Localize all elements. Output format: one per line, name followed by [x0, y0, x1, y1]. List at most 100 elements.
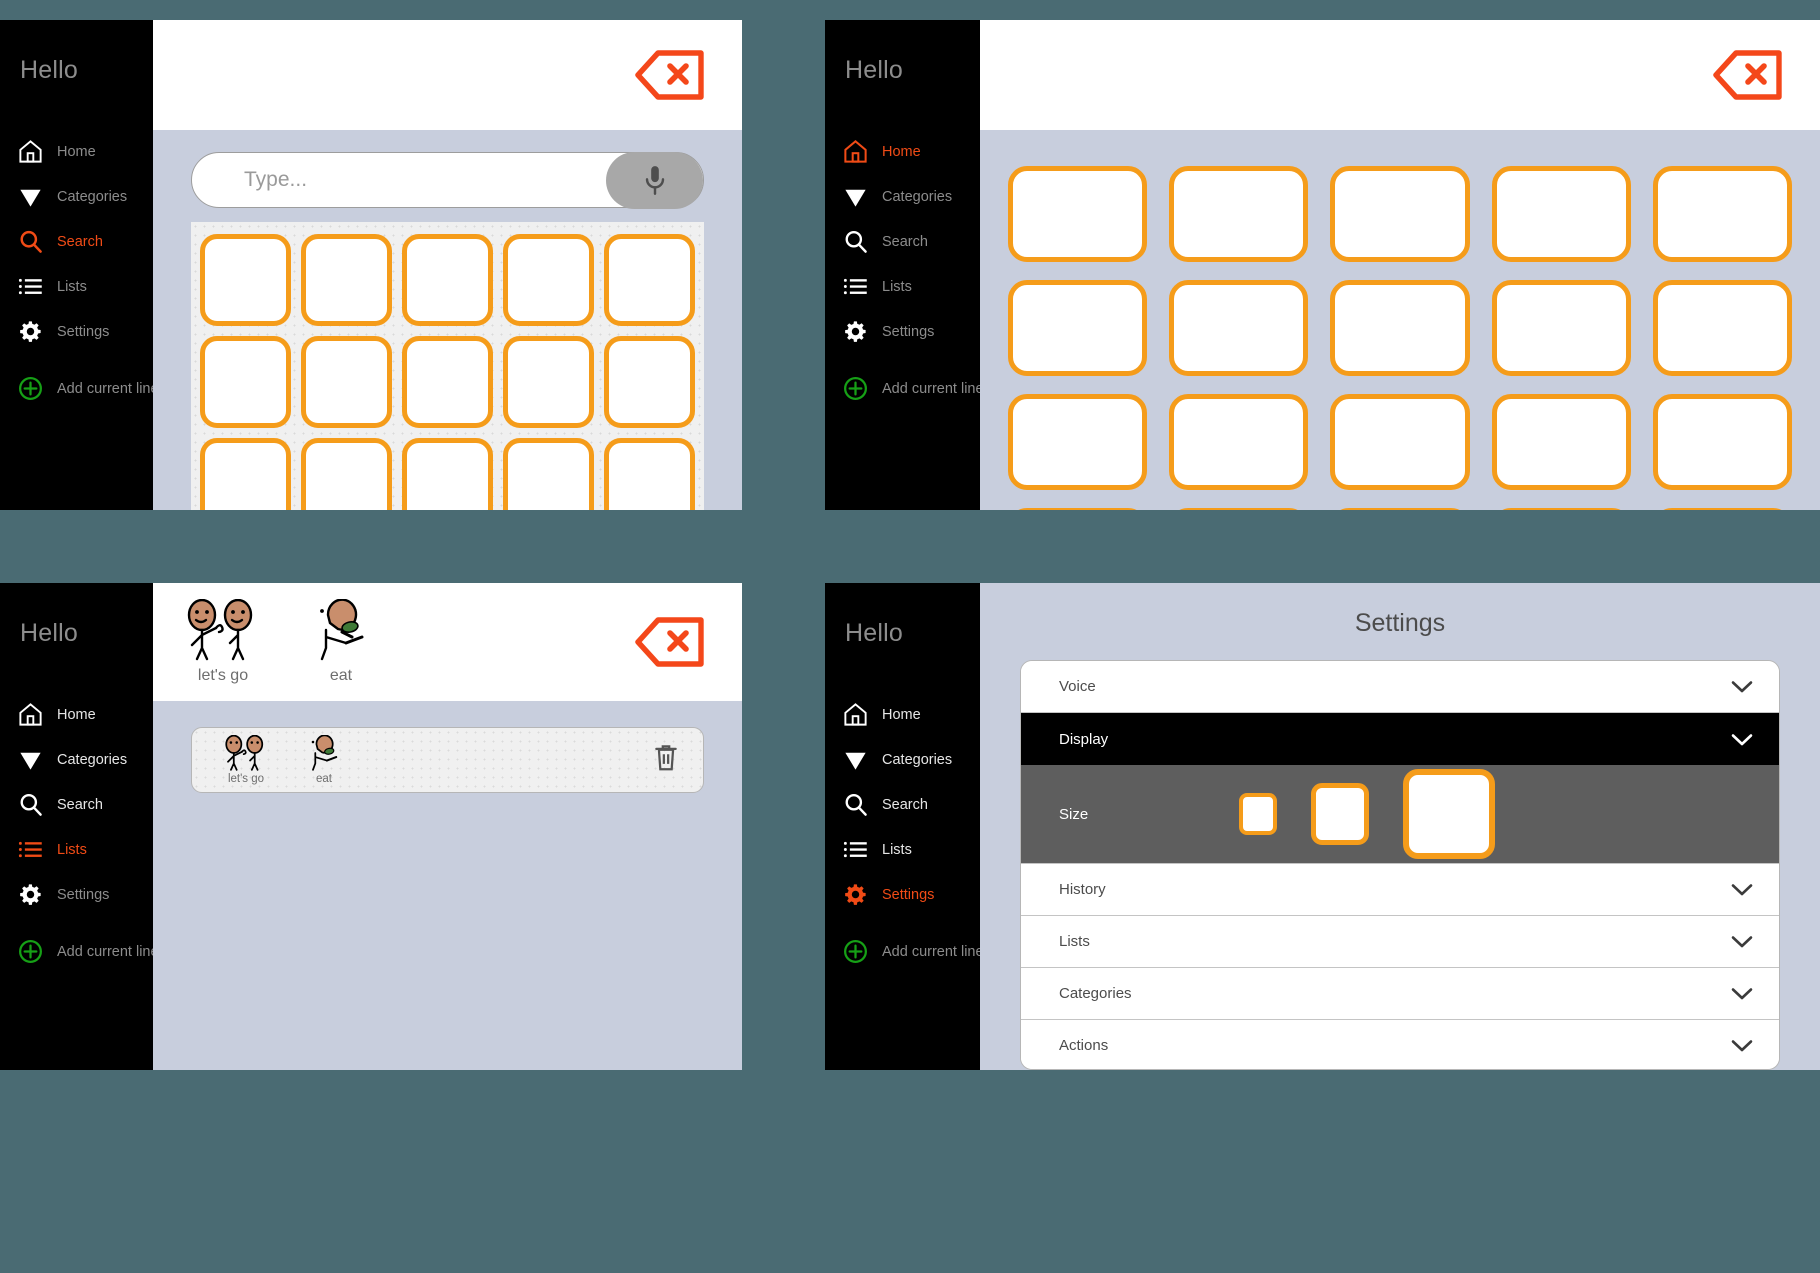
sidebar-nav: Home Categories Search Lists Settings Ad…: [825, 129, 984, 411]
symbol-cell[interactable]: [402, 336, 493, 428]
sidebar-item-label: Settings: [57, 886, 110, 903]
chevron-down-icon: [1731, 680, 1753, 693]
symbol-cell[interactable]: [1491, 280, 1631, 376]
sidebar-item-home[interactable]: Home: [825, 129, 980, 174]
symbol-cell[interactable]: [1330, 508, 1470, 510]
sidebar-item-home[interactable]: Home: [825, 692, 980, 737]
symbol-cell[interactable]: [1169, 394, 1309, 490]
list-item[interactable]: let's go eat: [191, 727, 704, 793]
symbol-cell[interactable]: [200, 234, 291, 326]
symbol-cell[interactable]: [503, 438, 594, 510]
history-list: let's go eat: [153, 701, 742, 1070]
search-results-gridwrap: [153, 208, 742, 510]
gear-icon: [17, 318, 44, 345]
symbol-cell[interactable]: [1330, 280, 1470, 376]
sidebar-item-label: Settings: [882, 323, 935, 340]
sidebar-item-add-current-line[interactable]: Add current line: [825, 929, 984, 974]
symbol-cell[interactable]: [604, 234, 695, 326]
symbol-cell[interactable]: [301, 234, 392, 326]
symbol-cell[interactable]: [1652, 166, 1792, 262]
settings-row-lists[interactable]: Lists: [1021, 916, 1779, 968]
settings-row-display[interactable]: Display: [1021, 713, 1779, 765]
symbol-label: let's go: [197, 667, 249, 684]
backspace-delete-icon[interactable]: [634, 48, 706, 102]
sidebar-item-categories[interactable]: Categories: [0, 174, 153, 219]
symbol-cell[interactable]: [200, 336, 291, 428]
settings-row-actions[interactable]: Actions: [1021, 1020, 1779, 1069]
symbol-cell[interactable]: [1330, 166, 1470, 262]
sidebar-item-settings[interactable]: Settings: [825, 309, 980, 354]
symbol-cell[interactable]: [1652, 394, 1792, 490]
sidebar-item-categories[interactable]: Categories: [825, 737, 980, 782]
sidebar-item-settings[interactable]: Settings: [0, 309, 153, 354]
size-option-medium[interactable]: [1311, 783, 1369, 845]
symbol-cell[interactable]: [402, 438, 493, 510]
size-option-small[interactable]: [1239, 793, 1277, 835]
symbol-cell[interactable]: [1491, 394, 1631, 490]
gear-icon: [17, 881, 44, 908]
page-title: Settings: [1354, 609, 1446, 637]
sidebar-item-label: Settings: [57, 323, 110, 340]
sidebar-item-add-current-line[interactable]: Add current line: [0, 929, 159, 974]
symbol-cell[interactable]: [1491, 508, 1631, 510]
sidebar-item-lists[interactable]: Lists: [0, 264, 153, 309]
symbol-cell[interactable]: [1169, 280, 1309, 376]
sentence-symbol[interactable]: eat: [295, 599, 387, 685]
sidebar-item-lists[interactable]: Lists: [0, 827, 153, 872]
home-icon: [17, 701, 44, 728]
symbol-cell[interactable]: [1652, 280, 1792, 376]
symbol-cell[interactable]: [1008, 166, 1148, 262]
symbol-cell[interactable]: [1008, 394, 1148, 490]
sidebar-item-settings[interactable]: Settings: [825, 872, 980, 917]
size-option-large[interactable]: [1403, 769, 1495, 859]
symbol-cell[interactable]: [1652, 508, 1792, 510]
panel-settings-screen: Hello Home Categories Search Lists Setti…: [825, 583, 1820, 1070]
symbol-cell[interactable]: [1491, 166, 1631, 262]
sidebar-item-add-current-line[interactable]: Add current line: [825, 366, 984, 411]
sidebar-item-label: Add current line: [57, 380, 159, 397]
greeting-label: Hello: [20, 619, 78, 647]
search-input[interactable]: Type...: [191, 152, 704, 209]
sentence-symbol[interactable]: let's go: [177, 599, 269, 685]
symbol-cell[interactable]: [301, 438, 392, 510]
greeting-label: Hello: [845, 619, 903, 647]
symbol-cell[interactable]: [604, 336, 695, 428]
sidebar-item-home[interactable]: Home: [0, 692, 153, 737]
person-eating-pictogram: [295, 735, 353, 771]
symbol-cell[interactable]: [1330, 394, 1470, 490]
settings-row-history[interactable]: History: [1021, 864, 1779, 916]
symbol-cell[interactable]: [1008, 280, 1148, 376]
trash-icon[interactable]: [653, 743, 679, 778]
sidebar-item-search[interactable]: Search: [825, 219, 980, 264]
search-topbar: [153, 20, 742, 130]
home-icon: [17, 138, 44, 165]
sidebar-item-categories[interactable]: Categories: [825, 174, 980, 219]
sidebar-item-search[interactable]: Search: [825, 782, 980, 827]
sidebar-nav: Home Categories Search Lists Settings Ad…: [0, 692, 159, 974]
backspace-delete-icon[interactable]: [1712, 48, 1784, 102]
symbol-cell[interactable]: [200, 438, 291, 510]
symbol-cell[interactable]: [604, 438, 695, 510]
symbol-cell[interactable]: [503, 336, 594, 428]
sidebar-item-add-current-line[interactable]: Add current line: [0, 366, 159, 411]
sidebar-item-label: Search: [57, 233, 103, 250]
sidebar-item-home[interactable]: Home: [0, 129, 153, 174]
sidebar-item-lists[interactable]: Lists: [825, 264, 980, 309]
symbol-cell[interactable]: [1169, 508, 1309, 510]
backspace-delete-icon[interactable]: [634, 615, 706, 669]
symbol-cell[interactable]: [301, 336, 392, 428]
sidebar-item-search[interactable]: Search: [0, 219, 153, 264]
symbol-cell[interactable]: [1008, 508, 1148, 510]
plus-circle-icon: [842, 938, 869, 965]
sidebar-item-categories[interactable]: Categories: [0, 737, 153, 782]
symbol-cell[interactable]: [402, 234, 493, 326]
microphone-icon[interactable]: [606, 152, 703, 209]
sidebar-item-settings[interactable]: Settings: [0, 872, 153, 917]
settings-row-voice[interactable]: Voice: [1021, 661, 1779, 713]
sidebar-item-search[interactable]: Search: [0, 782, 153, 827]
settings-row-categories[interactable]: Categories: [1021, 968, 1779, 1020]
symbol-cell[interactable]: [503, 234, 594, 326]
symbol-label: eat: [316, 773, 332, 785]
sidebar-item-lists[interactable]: Lists: [825, 827, 980, 872]
symbol-cell[interactable]: [1169, 166, 1309, 262]
